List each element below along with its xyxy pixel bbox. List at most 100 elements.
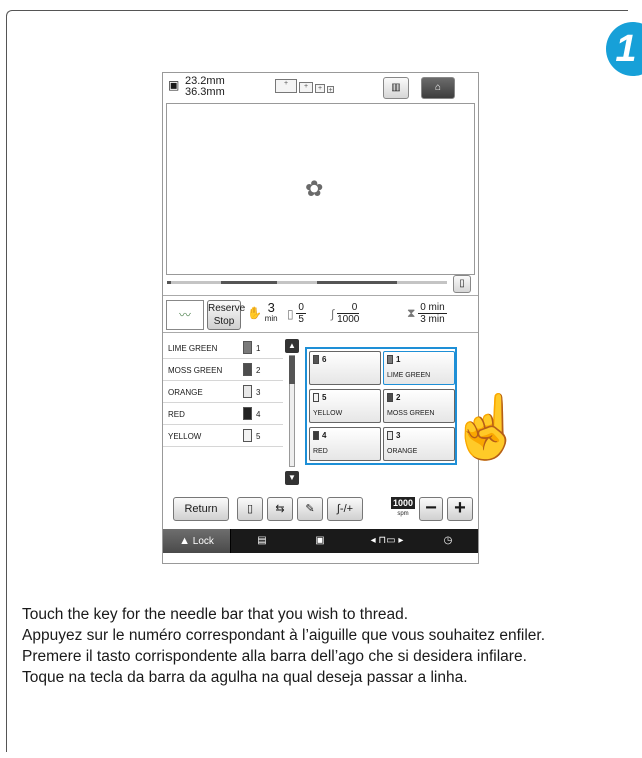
home-button[interactable]: ⌂	[421, 77, 455, 99]
thread-spool-icon	[243, 341, 252, 354]
needle-key-number: 4	[322, 431, 327, 440]
instruction-caption: Touch the key for the needle bar that yo…	[22, 604, 626, 688]
start-point-icon: ▯	[246, 503, 254, 515]
needle-stitch-icon: ∫-/+	[336, 503, 354, 515]
progress-marker	[167, 281, 171, 284]
thread-spool-icon	[387, 355, 393, 364]
bottom-dock: ▲ Lock ▤ ▣ ◂ ⊓▭ ▸ ◷	[163, 529, 478, 553]
info-row: 〰 Reserve Stop ✋ 3 min ▯ 0 5 ∫ 0 1000 ⧗ …	[163, 295, 478, 333]
scroll-up-button[interactable]: ▲	[285, 339, 299, 353]
needle-setting-button[interactable]: ✎	[297, 497, 323, 521]
needle-number: 2	[256, 366, 261, 375]
needle-key-color: MOSS GREEN	[387, 410, 435, 417]
needle-setting-icon: ✎	[305, 503, 315, 515]
color-total: 5	[298, 314, 304, 325]
thread-spool-icon	[243, 407, 252, 420]
hourglass-icon: ⧗	[407, 306, 416, 320]
spool-button[interactable]: ▯	[453, 275, 471, 293]
time-until-stop: ✋ 3 min	[247, 301, 278, 323]
thread-spool-icon	[313, 393, 319, 402]
progress-segment	[221, 281, 277, 284]
lock-label: Lock	[192, 536, 214, 547]
hoop-xsmall-icon: +	[327, 86, 334, 94]
color-list-scrollbar[interactable]	[289, 355, 295, 467]
thread-change-icon: ⇆	[275, 503, 285, 515]
needle-key-1[interactable]: 1 LIME GREEN	[383, 351, 455, 385]
document-button[interactable]: ▤	[249, 529, 275, 553]
color-fraction: 0 5	[296, 302, 306, 325]
help-icon: ▣	[315, 535, 325, 546]
hoop-medium-icon: +	[299, 82, 313, 93]
pointing-hand-icon: ☝	[448, 393, 526, 462]
design-thumbnail: 〰	[166, 300, 204, 330]
scroll-down-button[interactable]: ▼	[285, 471, 299, 485]
color-count: ▯ 0 5	[287, 302, 306, 325]
help-button[interactable]: ▣	[303, 529, 337, 553]
needle-key-5[interactable]: 5 YELLOW	[309, 389, 381, 423]
thread-spool-icon	[313, 355, 319, 364]
needle-key-4[interactable]: 4 RED	[309, 427, 381, 461]
warning-icon: ▲	[179, 535, 190, 547]
spool-icon: ▯	[459, 278, 465, 289]
stitch-count: ∫ 0 1000	[331, 302, 360, 325]
hoop-small-icon: +	[315, 84, 325, 93]
embroidery-design-icon: ✿	[305, 176, 324, 201]
needle-key-number: 5	[322, 393, 327, 402]
thread-spool-icon: ▯	[287, 306, 294, 321]
time-elapsed: 0 min	[418, 302, 447, 314]
needle-key-number: 2	[396, 393, 401, 402]
caption-italian: Premere il tasto corrispondente alla bar…	[22, 648, 527, 665]
time-total: 3 min	[420, 314, 445, 325]
speed-decrease-button[interactable]: −	[419, 497, 443, 521]
document-icon: ▤	[257, 535, 267, 546]
stitch-total: 1000	[337, 314, 360, 325]
color-name: ORANGE	[168, 388, 203, 397]
reserve-stop-button[interactable]: Reserve Stop	[207, 300, 246, 330]
frame-display-button[interactable]: ▥	[383, 77, 409, 99]
embroidery-preview: ✿	[166, 103, 475, 275]
needle-stitch-button[interactable]: ∫-/+	[327, 497, 363, 521]
design-size: 23.2mm 36.3mm	[185, 76, 225, 98]
scrollbar-thumb[interactable]	[289, 356, 295, 384]
color-name: LIME GREEN	[168, 344, 218, 353]
color-sequence-list[interactable]: LIME GREEN 1 MOSS GREEN 2 ORANGE 3 RED 4…	[163, 337, 283, 477]
color-row[interactable]: MOSS GREEN 2	[163, 359, 283, 381]
speed-increase-button[interactable]: +	[447, 497, 473, 521]
start-point-button[interactable]: ▯	[237, 497, 263, 521]
hand-stop-icon: ✋	[247, 305, 262, 320]
thread-spool-icon	[243, 385, 252, 398]
thread-spool-icon	[243, 429, 252, 442]
needle-key-6[interactable]: 6	[309, 351, 381, 385]
thread-spool-icon	[313, 431, 319, 440]
color-row[interactable]: RED 4	[163, 403, 283, 425]
color-row[interactable]: YELLOW 5	[163, 425, 283, 447]
top-bar: ▣ 23.2mm 36.3mm + + + + ▥ ⌂	[163, 73, 478, 103]
color-row[interactable]: ORANGE 3	[163, 381, 283, 403]
caption-french: Appuyez sur le numéro correspondant à l’…	[22, 627, 546, 644]
caption-portuguese: Toque na tecla da barra da agulha na qua…	[22, 669, 468, 686]
reserve-stop-label-1: Reserve	[208, 303, 246, 314]
needle-key-number: 3	[396, 431, 401, 440]
time-unit: min	[264, 314, 278, 323]
needle-bar-keys: 6 1 LIME GREEN 5 YELLOW 2 MOSS GREEN 4 R…	[305, 347, 457, 465]
color-row[interactable]: LIME GREEN 1	[163, 337, 283, 359]
frame-move-icon: ◂ ⊓▭ ▸	[370, 535, 404, 546]
hoop-size-indicators: + + + +	[275, 79, 334, 94]
needle-key-number: 6	[322, 355, 327, 364]
frame-move-button[interactable]: ◂ ⊓▭ ▸	[359, 529, 415, 553]
needle-number: 5	[256, 432, 261, 441]
thread-change-button[interactable]: ⇆	[267, 497, 293, 521]
time-value-stack: 3 min	[264, 301, 278, 323]
color-name: RED	[168, 410, 185, 419]
hoop-large-icon: +	[275, 79, 297, 93]
needle-number: 3	[256, 388, 261, 397]
needle-number: 4	[256, 410, 261, 419]
return-button[interactable]: Return	[173, 497, 229, 521]
lock-button[interactable]: ▲ Lock	[163, 529, 231, 553]
clock-button[interactable]: ◷	[435, 529, 461, 553]
machine-screen: ▣ 23.2mm 36.3mm + + + + ▥ ⌂ ✿ ▯ 〰 Reserv…	[162, 72, 479, 564]
design-size-icon: ▣	[168, 78, 180, 92]
needle-key-number: 1	[396, 355, 401, 364]
needle-key-color: ORANGE	[387, 448, 418, 455]
thread-spool-icon	[243, 363, 252, 376]
